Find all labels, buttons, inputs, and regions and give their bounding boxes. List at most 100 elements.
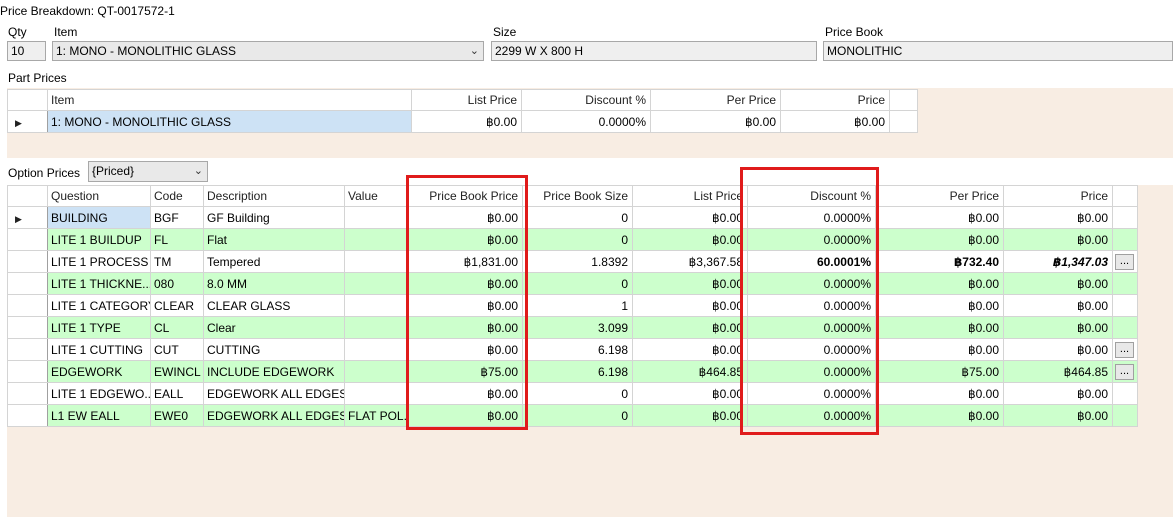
cell-price-book-price[interactable]: ฿0.00: [406, 382, 523, 405]
cell-description[interactable]: Clear: [203, 316, 345, 339]
col-description[interactable]: Description: [203, 185, 345, 207]
cell-description[interactable]: EDGEWORK ALL EDGES: [203, 382, 345, 405]
cell-list-price[interactable]: ฿0.00: [632, 382, 748, 405]
ellipsis-button[interactable]: ...: [1115, 253, 1134, 270]
cell-price[interactable]: ฿0.00: [1003, 338, 1113, 361]
cell-discount[interactable]: 0.0000%: [747, 272, 876, 295]
cell-code[interactable]: EALL: [150, 382, 204, 405]
cell-code[interactable]: EWE0: [150, 404, 204, 427]
cell-value[interactable]: [344, 206, 407, 229]
cell-per-price[interactable]: ฿0.00: [875, 294, 1004, 317]
cell-per-price[interactable]: ฿0.00: [875, 272, 1004, 295]
cell-question[interactable]: L1 EW EALL: [47, 404, 151, 427]
col-value[interactable]: Value: [344, 185, 407, 207]
cell-question[interactable]: LITE 1 PROCESS: [47, 250, 151, 273]
cell-per-price[interactable]: ฿0.00: [875, 316, 1004, 339]
row-selector[interactable]: [7, 404, 48, 427]
cell-price-book-price[interactable]: ฿75.00: [406, 360, 523, 383]
cell-value[interactable]: [344, 382, 407, 405]
cell-price-book-price[interactable]: ฿0.00: [406, 294, 523, 317]
cell-description[interactable]: GF Building: [203, 206, 345, 229]
cell-code[interactable]: EWINCL: [150, 360, 204, 383]
row-selector[interactable]: [7, 360, 48, 383]
size-field[interactable]: 2299 W X 800 H: [491, 41, 817, 61]
cell-discount[interactable]: 0.0000%: [747, 360, 876, 383]
cell-value[interactable]: FLAT POL...: [344, 404, 407, 427]
cell-code[interactable]: CUT: [150, 338, 204, 361]
cell-per-price[interactable]: ฿75.00: [875, 360, 1004, 383]
table-row[interactable]: LITE 1 TYPE CL Clear ฿0.00 3.099 ฿0.00 0…: [7, 316, 1138, 339]
cell-question[interactable]: BUILDING: [47, 206, 151, 229]
col-discount[interactable]: Discount %: [521, 89, 651, 111]
cell-list-price[interactable]: ฿0.00: [632, 206, 748, 229]
cell-price-book-size[interactable]: 1.8392: [522, 250, 633, 273]
cell-per-price[interactable]: ฿0.00: [875, 404, 1004, 427]
cell-price[interactable]: ฿0.00: [780, 110, 890, 133]
col-per-price[interactable]: Per Price: [650, 89, 781, 111]
cell-per-price[interactable]: ฿0.00: [875, 338, 1004, 361]
cell-price[interactable]: ฿464.85: [1003, 360, 1113, 383]
ellipsis-button[interactable]: ...: [1115, 341, 1134, 358]
table-row[interactable]: LITE 1 PROCESS TM Tempered ฿1,831.00 1.8…: [7, 250, 1138, 273]
row-selector[interactable]: [7, 250, 48, 273]
cell-question[interactable]: LITE 1 BUILDUP: [47, 228, 151, 251]
cell-list-price[interactable]: ฿0.00: [632, 272, 748, 295]
cell-description[interactable]: EDGEWORK ALL EDGES: [203, 404, 345, 427]
cell-price-book-size[interactable]: 3.099: [522, 316, 633, 339]
col-price-book-size[interactable]: Price Book Size: [522, 185, 633, 207]
cell-price[interactable]: ฿0.00: [1003, 382, 1113, 405]
cell-per-price[interactable]: ฿0.00: [875, 228, 1004, 251]
cell-question[interactable]: LITE 1 TYPE: [47, 316, 151, 339]
col-question[interactable]: Question: [47, 185, 151, 207]
cell-code[interactable]: TM: [150, 250, 204, 273]
cell-value[interactable]: [344, 338, 407, 361]
row-selector[interactable]: ▶: [7, 206, 48, 229]
price-book-field[interactable]: MONOLITHIC: [823, 41, 1173, 61]
col-price-book-price[interactable]: Price Book Price: [406, 185, 523, 207]
cell-description[interactable]: Tempered: [203, 250, 345, 273]
cell-description[interactable]: INCLUDE EDGEWORK: [203, 360, 345, 383]
cell-value[interactable]: [344, 294, 407, 317]
row-selector[interactable]: [7, 316, 48, 339]
table-row[interactable]: LITE 1 BUILDUP FL Flat ฿0.00 0 ฿0.00 0.0…: [7, 228, 1138, 251]
table-row[interactable]: LITE 1 CATEGORY CLEAR CLEAR GLASS ฿0.00 …: [7, 294, 1138, 317]
cell-discount[interactable]: 0.0000%: [747, 404, 876, 427]
table-row[interactable]: LITE 1 CUTTING CUT CUTTING ฿0.00 6.198 ฿…: [7, 338, 1138, 361]
cell-list-price[interactable]: ฿464.85: [632, 360, 748, 383]
cell-discount[interactable]: 0.0000%: [747, 206, 876, 229]
cell-description[interactable]: CUTTING: [203, 338, 345, 361]
cell-value[interactable]: [344, 360, 407, 383]
cell-description[interactable]: Flat: [203, 228, 345, 251]
cell-price-book-price[interactable]: ฿0.00: [406, 338, 523, 361]
cell-per-price[interactable]: ฿0.00: [875, 382, 1004, 405]
col-discount[interactable]: Discount %: [747, 185, 876, 207]
cell-price-book-size[interactable]: 0: [522, 206, 633, 229]
cell-question[interactable]: LITE 1 EDGEWO...: [47, 382, 151, 405]
cell-list-price[interactable]: ฿0.00: [632, 228, 748, 251]
col-per-price[interactable]: Per Price: [875, 185, 1004, 207]
row-selector[interactable]: [7, 338, 48, 361]
col-code[interactable]: Code: [150, 185, 204, 207]
cell-list-price[interactable]: ฿0.00: [632, 316, 748, 339]
cell-price-book-price[interactable]: ฿0.00: [406, 228, 523, 251]
cell-price-book-size[interactable]: 0: [522, 382, 633, 405]
cell-per-price[interactable]: ฿0.00: [650, 110, 781, 133]
row-selector[interactable]: [7, 228, 48, 251]
cell-code[interactable]: CLEAR: [150, 294, 204, 317]
row-selector[interactable]: [7, 294, 48, 317]
cell-discount[interactable]: 0.0000%: [521, 110, 651, 133]
cell-question[interactable]: LITE 1 CUTTING: [47, 338, 151, 361]
cell-price-book-price[interactable]: ฿0.00: [406, 404, 523, 427]
cell-price-book-price[interactable]: ฿0.00: [406, 272, 523, 295]
col-price[interactable]: Price: [780, 89, 890, 111]
cell-list-price[interactable]: ฿0.00: [632, 294, 748, 317]
cell-list-price[interactable]: ฿0.00: [632, 404, 748, 427]
col-item[interactable]: Item: [47, 89, 412, 111]
table-row[interactable]: LITE 1 EDGEWO... EALL EDGEWORK ALL EDGES…: [7, 382, 1138, 405]
cell-price-book-size[interactable]: 6.198: [522, 338, 633, 361]
cell-question[interactable]: LITE 1 CATEGORY: [47, 294, 151, 317]
cell-per-price[interactable]: ฿732.40: [875, 250, 1004, 273]
cell-code[interactable]: FL: [150, 228, 204, 251]
option-filter-select[interactable]: {Priced} ⌄: [88, 161, 208, 182]
cell-value[interactable]: [344, 316, 407, 339]
